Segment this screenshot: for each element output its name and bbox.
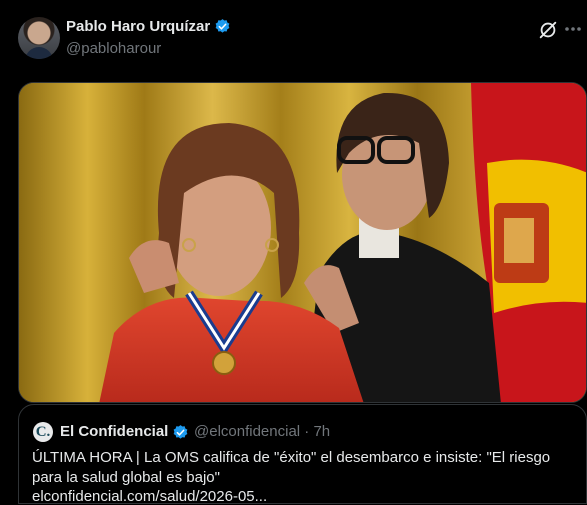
quoted-text: ÚLTIMA HORA | La OMS califica de "éxito"… bbox=[32, 449, 551, 486]
quoted-handle-time[interactable]: @elconfidencial · 7h bbox=[194, 423, 330, 440]
tweet[interactable]: Pablo Haro Urquízar @pabloharour C. El C… bbox=[0, 0, 587, 505]
author-handle[interactable]: @pabloharour bbox=[66, 40, 161, 57]
photo-image bbox=[19, 83, 586, 402]
author-display-name[interactable]: Pablo Haro Urquízar bbox=[66, 18, 210, 35]
quoted-tweet[interactable]: C. El Confidencial @elconfidencial · 7h … bbox=[18, 404, 587, 505]
verified-badge-icon bbox=[173, 425, 188, 439]
quoted-display-name[interactable]: El Confidencial bbox=[60, 423, 168, 440]
grok-icon[interactable] bbox=[537, 19, 559, 41]
more-options-icon[interactable] bbox=[563, 18, 583, 40]
tweet-photo[interactable] bbox=[18, 82, 587, 403]
quoted-avatar[interactable]: C. bbox=[33, 422, 53, 442]
quoted-link[interactable]: elconfidencial.com/salud/2026-05... bbox=[32, 488, 267, 505]
author-avatar[interactable] bbox=[18, 17, 60, 59]
verified-badge-icon bbox=[215, 19, 230, 33]
author-name-row[interactable]: Pablo Haro Urquízar bbox=[66, 18, 231, 35]
